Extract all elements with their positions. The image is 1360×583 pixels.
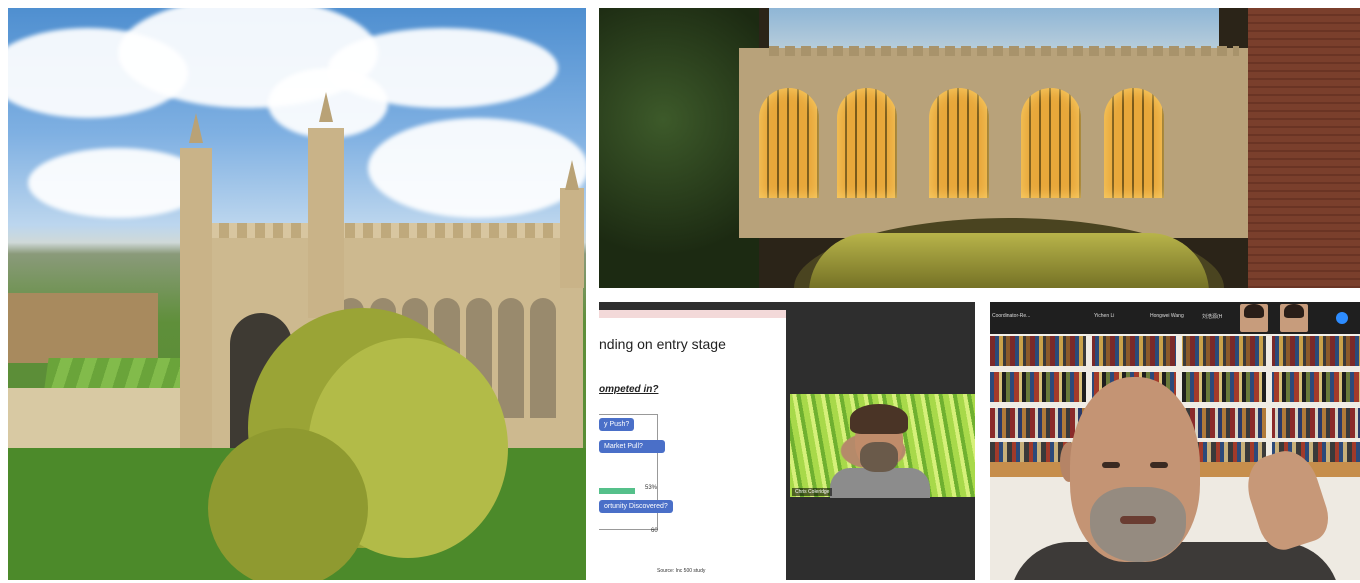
participant-thumbnail[interactable] bbox=[1280, 304, 1308, 332]
participant-label-liu[interactable]: 刘浩源(H bbox=[1202, 313, 1222, 320]
slide-source: Source: Inc 500 study bbox=[657, 568, 706, 574]
bridge-of-sighs-photo bbox=[599, 8, 1360, 288]
bar-percent-label: 53% bbox=[645, 485, 658, 491]
speaker-name-label: Chris Coleridge bbox=[792, 488, 833, 496]
zoom-status-icon[interactable] bbox=[1336, 312, 1348, 324]
participant-webcam-panel: Coordinator-Re... Yichen Li Hongwei Wang… bbox=[990, 302, 1360, 580]
participant-label-hongwei[interactable]: Hongwei Wang bbox=[1150, 313, 1184, 319]
participant-strip: Coordinator-Re... Yichen Li Hongwei Wang… bbox=[990, 302, 1360, 334]
participant-label-coordinator[interactable]: Coordinator-Re... bbox=[992, 313, 1030, 319]
slide-title: nding on entry stage bbox=[599, 336, 726, 352]
pill-market-pull: Market Pull? bbox=[599, 440, 665, 453]
axis-tick-label: 60 bbox=[651, 528, 658, 534]
participant-thumbnail[interactable] bbox=[1240, 304, 1268, 332]
pill-opportunity-discovered: ortunity Discovered? bbox=[599, 500, 673, 513]
pill-push: y Push? bbox=[599, 418, 635, 431]
slide-question: ompeted in? bbox=[599, 384, 659, 395]
participant-label-yichen[interactable]: Yichen Li bbox=[1094, 313, 1114, 319]
bar-green bbox=[599, 488, 635, 494]
speaker-video-tile[interactable]: Chris Coleridge bbox=[790, 394, 975, 498]
kings-college-photo bbox=[8, 8, 586, 580]
zoom-screenshare-panel: nding on entry stage ompeted in? y Push?… bbox=[599, 302, 975, 580]
lecture-slide: nding on entry stage ompeted in? y Push?… bbox=[599, 310, 786, 580]
